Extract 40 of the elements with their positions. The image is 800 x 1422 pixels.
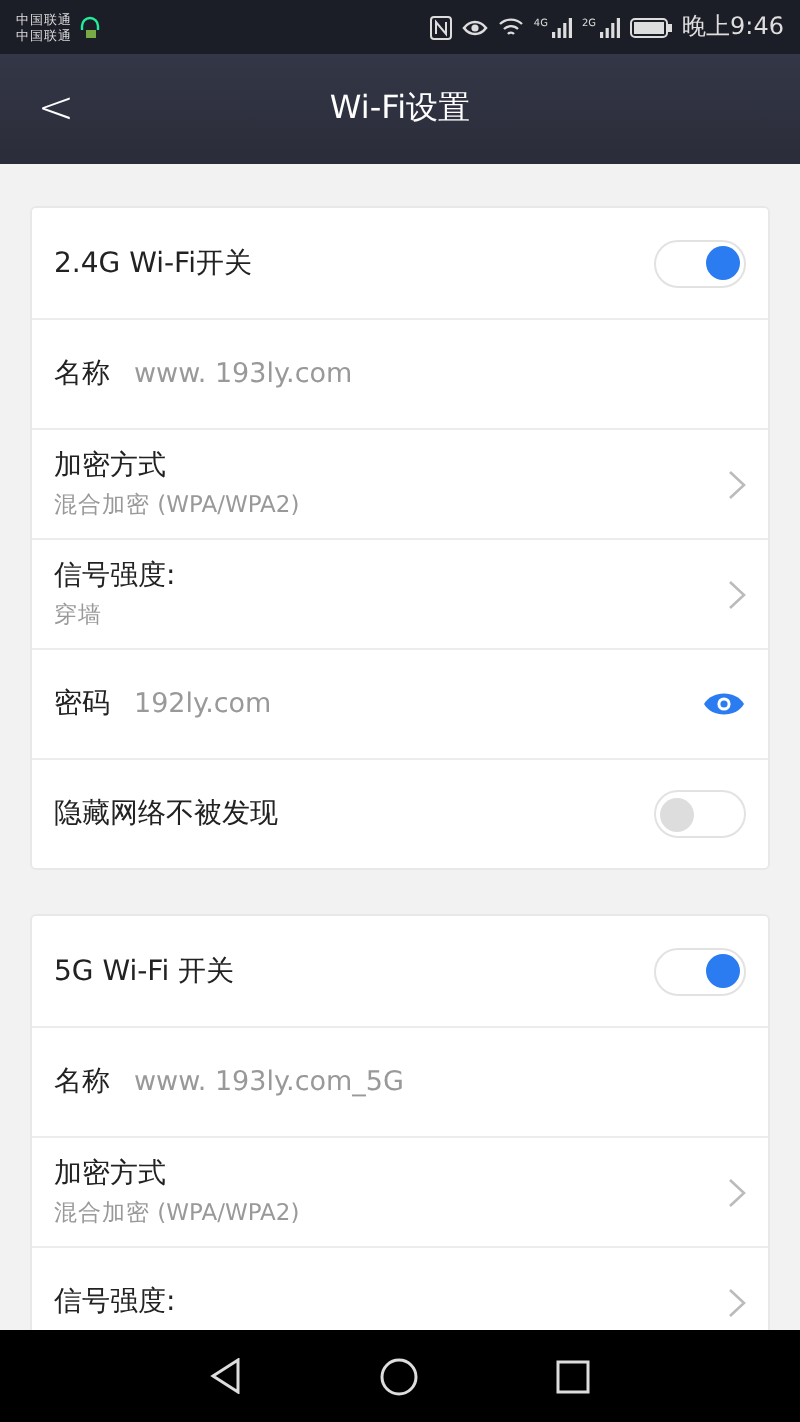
toggle-switch[interactable]: [654, 239, 746, 287]
setting-label: 信号强度:: [54, 558, 176, 594]
setting-label: 密码: [54, 686, 110, 722]
recent-apps-icon[interactable]: [556, 1359, 591, 1393]
chevron-icon: [728, 1177, 746, 1207]
back-triangle-icon[interactable]: [209, 1358, 242, 1394]
setting-row[interactable]: 加密方式 混合加密 (WPA/WPA2): [32, 1136, 768, 1246]
headset-icon: [80, 15, 100, 39]
signal-icon: [551, 17, 572, 37]
chevron-icon: [728, 1287, 746, 1317]
chevron-icon: [728, 469, 746, 499]
setting-label: 5G Wi-Fi 开关: [54, 953, 235, 989]
page-title: Wi-Fi设置: [327, 88, 473, 130]
setting-label: 名称: [54, 1064, 110, 1100]
setting-value: www. 193ly.com_5G: [134, 1066, 404, 1098]
setting-label: 2.4G Wi-Fi开关: [54, 245, 252, 281]
eye-icon: [461, 17, 488, 37]
setting-label: 加密方式: [54, 1156, 168, 1192]
setting-label: 隐藏网络不被发现: [54, 796, 278, 832]
clock-time: 晚上9:46: [682, 10, 784, 44]
setting-subtitle: 混合加密 (WPA/WPA2): [54, 490, 300, 520]
home-circle-icon[interactable]: [379, 1357, 418, 1395]
toggle-switch[interactable]: [654, 947, 746, 995]
signal-icon: [600, 17, 621, 37]
setting-subtitle: 穿墙: [54, 600, 104, 630]
setting-value: www. 193ly.com: [134, 358, 353, 390]
setting-label: 名称: [54, 356, 110, 392]
setting-label: 加密方式: [54, 448, 168, 484]
nfc-icon: [429, 15, 452, 39]
eye-icon[interactable]: [702, 690, 746, 718]
toggle-switch[interactable]: [654, 790, 746, 838]
chevron-icon: [728, 579, 746, 609]
password-value: 192ly.com: [134, 688, 272, 720]
setting-subtitle: 混合加密 (WPA/WPA2): [54, 1198, 300, 1228]
setting-row[interactable]: 加密方式 混合加密 (WPA/WPA2): [32, 428, 768, 538]
back-button[interactable]: <: [0, 54, 112, 164]
battery-icon: [630, 17, 673, 37]
wifi-icon: [497, 16, 524, 38]
setting-row[interactable]: 信号强度: 穿墙: [32, 538, 768, 648]
setting-label: 信号强度:: [54, 1284, 176, 1320]
